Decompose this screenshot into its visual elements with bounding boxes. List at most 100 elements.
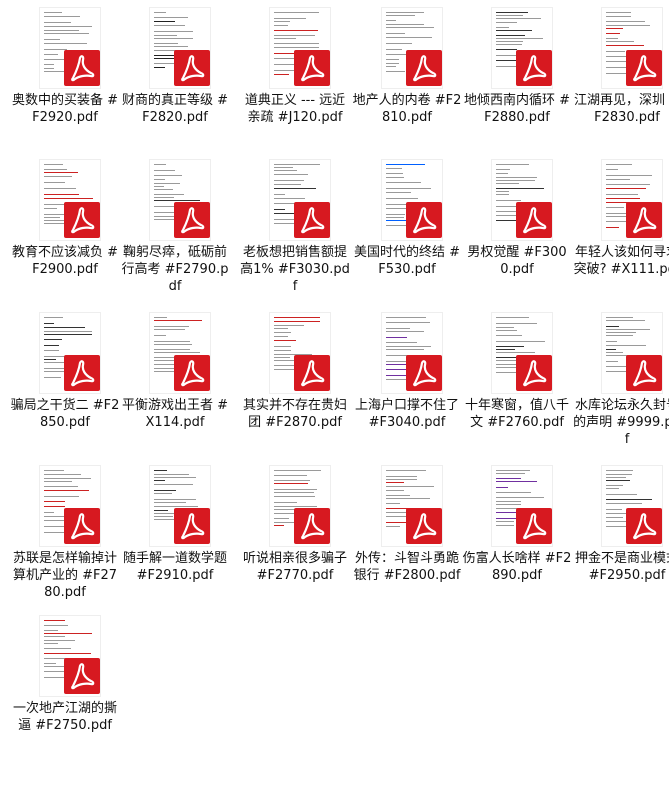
- thumbnail-text-line: [606, 477, 626, 478]
- file-name-label: 十年寒窗，值八千文 #F2760.pdf: [464, 398, 569, 430]
- thumbnail-text-line: [274, 194, 285, 195]
- file-item[interactable]: 水库论坛永久封号的声明 #9999.pdf: [572, 305, 669, 457]
- thumbnail-text-line: [44, 470, 64, 471]
- thumbnail-text-line: [496, 191, 509, 192]
- file-item[interactable]: 一次地产江湖的撕逼 #F2750.pdf: [10, 608, 120, 760]
- thumbnail-text-line: [606, 12, 631, 13]
- thumbnail-text-line: [274, 513, 296, 514]
- thumbnail-text-line: [44, 345, 59, 346]
- thumbnail-text-line: [606, 335, 633, 336]
- thumbnail-text-line: [44, 169, 67, 170]
- thumbnail-text-line: [44, 30, 79, 31]
- thumbnail-text-line: [386, 470, 426, 471]
- file-item[interactable]: 十年寒窗，值八千文 #F2760.pdf: [462, 305, 572, 457]
- thumbnail-text-line: [496, 352, 535, 353]
- thumbnail-text-line: [496, 335, 522, 336]
- file-item[interactable]: 平衡游戏出王者 #X114.pdf: [120, 305, 230, 457]
- file-item[interactable]: 骗局之干货二 #F2850.pdf: [10, 305, 120, 457]
- thumbnail-text-line: [154, 349, 190, 350]
- thumbnail-text-line: [496, 349, 515, 350]
- thumbnail-text-line: [154, 170, 175, 171]
- thumbnail-text-line: [606, 509, 622, 510]
- pdf-icon: [64, 508, 100, 544]
- file-item[interactable]: 男权觉醒 #F3000.pdf: [462, 152, 572, 304]
- thumbnail-text-line: [44, 481, 72, 482]
- file-item[interactable]: 伤富人长啥样 #F2890.pdf: [462, 458, 572, 610]
- thumbnail-text-line: [274, 184, 301, 185]
- thumbnail-text-line: [154, 189, 173, 190]
- thumbnail-text-line: [274, 174, 308, 175]
- file-item[interactable]: 地产人的内卷 #F2810.pdf: [352, 0, 462, 152]
- thumbnail-text-line: [274, 332, 291, 333]
- thumbnail-text-line: [44, 16, 80, 17]
- thumbnail-text-line: [496, 27, 509, 28]
- file-item[interactable]: 其实并不存在贵妇团 #F2870.pdf: [240, 305, 350, 457]
- thumbnail-text-line: [44, 68, 54, 69]
- thumbnail-text-line: [386, 476, 417, 477]
- thumbnail-text-line: [606, 33, 620, 34]
- thumbnail-text-line: [274, 480, 310, 481]
- file-item[interactable]: 江湖再见，深圳 #F2830.pdf: [572, 0, 669, 152]
- thumbnail-text-line: [386, 66, 396, 67]
- thumbnail-text-line: [44, 64, 54, 65]
- thumbnail-text-line: [606, 45, 644, 46]
- thumbnail-text-line: [274, 209, 285, 210]
- thumbnail-text-line: [386, 479, 417, 480]
- thumbnail-text-line: [154, 329, 185, 330]
- thumbnail-text-line: [44, 653, 91, 654]
- thumbnail-text-line: [496, 41, 523, 42]
- thumbnail-text-line: [386, 177, 404, 178]
- thumbnail-text-line: [154, 344, 192, 345]
- thumbnail-text-line: [44, 478, 91, 479]
- file-item[interactable]: 老板想把销售额提高1% #F3030.pdf: [240, 152, 350, 304]
- thumbnail-text-line: [154, 35, 177, 36]
- pdf-icon: [64, 658, 100, 694]
- thumbnail-text-line: [386, 317, 426, 318]
- thumbnail-text-line: [44, 506, 65, 507]
- thumbnail-text-line: [154, 216, 176, 217]
- file-grid: 奥数中的买装备 #F2920.pdf 财商的真正等级 #F2820.pdf 道典正义…: [0, 0, 669, 787]
- thumbnail-text-line: [274, 18, 306, 19]
- thumbnail-text-line: [606, 194, 638, 195]
- thumbnail-text-line: [496, 470, 530, 471]
- thumbnail-text-line: [606, 184, 650, 185]
- file-item[interactable]: 地倾西南内循环 #F2880.pdf: [462, 0, 572, 152]
- thumbnail-text-line: [496, 164, 529, 165]
- thumbnail-text-line: [606, 485, 623, 486]
- thumbnail-text-line: [606, 320, 645, 321]
- file-item[interactable]: 教育不应该减负 #F2900.pdf: [10, 152, 120, 304]
- thumbnail-text-line: [606, 175, 652, 176]
- file-item[interactable]: 听说相亲很多骗子 #F2770.pdf: [240, 458, 350, 610]
- thumbnail-text-line: [274, 180, 304, 181]
- file-item[interactable]: 鞠躬尽瘁，砥砺前行高考 #F2790.pdf: [120, 152, 230, 304]
- file-item[interactable]: 苏联是怎样输掉计算机产业的 #F2780.pdf: [10, 458, 120, 610]
- thumbnail-text-line: [274, 346, 291, 347]
- file-item[interactable]: 年轻人该如何寻求突破? #X111.pdf: [572, 152, 669, 304]
- thumbnail-text-line: [44, 164, 63, 165]
- thumbnail-text-line: [44, 630, 58, 631]
- pdf-icon: [406, 202, 442, 238]
- thumbnail-text-line: [274, 38, 296, 39]
- file-item[interactable]: 道典正义 --- 远近亲疏 #J120.pdf: [240, 0, 350, 152]
- thumbnail-text-line: [44, 490, 89, 491]
- thumbnail-text-line: [386, 482, 404, 483]
- file-item[interactable]: 外传：斗智斗勇跪银行 #F2800.pdf: [352, 458, 462, 610]
- thumbnail-text-line: [274, 43, 319, 44]
- file-item[interactable]: 财商的真正等级 #F2820.pdf: [120, 0, 230, 152]
- pdf-icon: [174, 355, 210, 391]
- file-item[interactable]: 随手解一道数学题 #F2910.pdf: [120, 458, 230, 610]
- file-item[interactable]: 奥数中的买装备 #F2920.pdf: [10, 0, 120, 152]
- thumbnail-text-line: [44, 350, 59, 351]
- thumbnail-text-line: [496, 473, 525, 474]
- thumbnail-text-line: [386, 192, 411, 193]
- thumbnail-text-line: [44, 486, 78, 487]
- thumbnail-text-line: [606, 341, 617, 342]
- file-item[interactable]: 上海户口撑不住了 #F3040.pdf: [352, 305, 462, 457]
- thumbnail-text-line: [606, 349, 616, 350]
- thumbnail-text-line: [386, 63, 399, 64]
- file-name-label: 教育不应该减负 #F2900.pdf: [11, 245, 119, 277]
- file-item[interactable]: 美国时代的终结 #F530.pdf: [352, 152, 462, 304]
- file-item[interactable]: 押金不是商业模式 #F2950.pdf: [572, 458, 669, 610]
- thumbnail-text-line: [606, 361, 618, 362]
- thumbnail-text-line: [386, 495, 410, 496]
